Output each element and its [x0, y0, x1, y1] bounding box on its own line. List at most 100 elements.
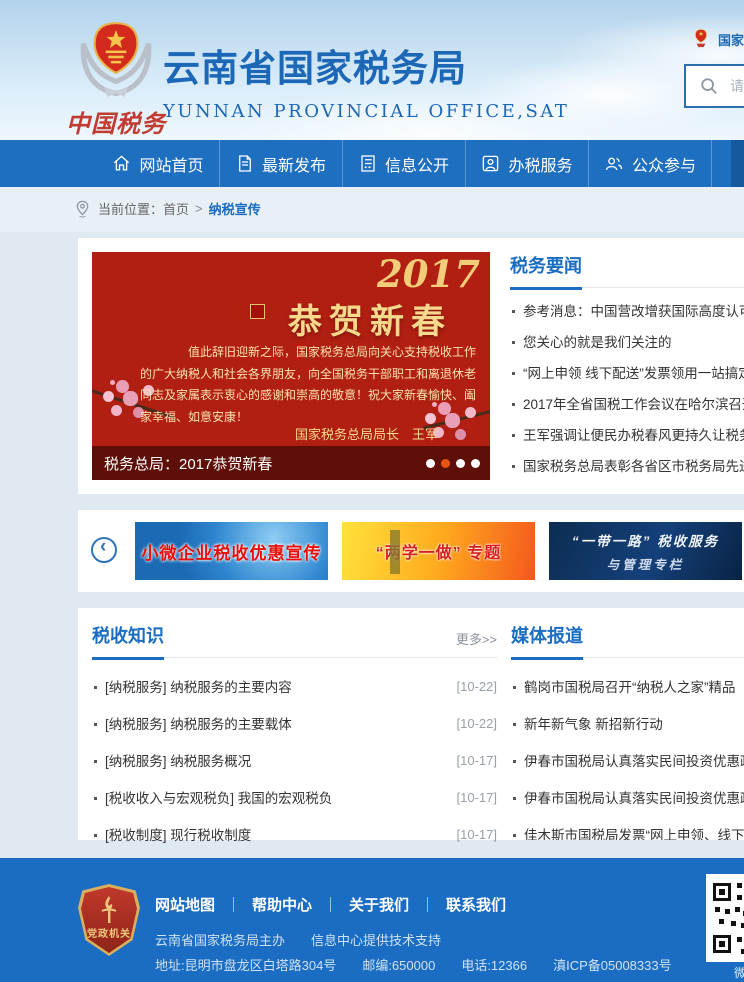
- media-item: 鹤岗市国税局召开“纳税人之家”精品: [511, 668, 744, 705]
- user-card-icon: [481, 154, 500, 173]
- media-reports-header: 媒体报道: [511, 622, 744, 658]
- banner-two-studies[interactable]: “两学一做” 专题: [342, 522, 535, 580]
- news-link[interactable]: 2017年全省国税工作会议在哈尔滨召开: [510, 397, 744, 412]
- footer-support: 信息中心提供技术支持: [311, 930, 441, 949]
- news-link[interactable]: 参考消息：中国营改增获国际高度认可: [510, 304, 744, 319]
- item-date: [10-17]: [457, 827, 497, 842]
- item-date: [10-17]: [457, 753, 497, 768]
- knowledge-link[interactable]: [税收制度] 现行税收制度: [92, 828, 251, 843]
- news-item: “网上申领 线下配送”发票领用一站搞定: [510, 358, 744, 389]
- footer-link-help[interactable]: 帮助中心: [252, 894, 312, 915]
- carousel-dot[interactable]: [426, 459, 435, 468]
- page: 中国税务 云南省国家税务局 YUNNAN PROVINCIAL OFFICE,S…: [0, 0, 744, 982]
- footer-link-contact[interactable]: 联系我们: [446, 894, 506, 915]
- footer-links: 网站地图 帮助中心 关于我们 联系我们: [155, 894, 506, 915]
- footer-link-sitemap[interactable]: 网站地图: [155, 894, 215, 915]
- list-icon: [359, 154, 377, 173]
- carousel-dot[interactable]: [456, 459, 465, 468]
- site-logo[interactable]: 中国税务: [60, 18, 172, 139]
- home-icon: [112, 154, 131, 173]
- media-link[interactable]: 新年新气象 新招新行动: [511, 717, 663, 732]
- news-item: 您关心的就是我们关注的: [510, 327, 744, 358]
- footer-link-about[interactable]: 关于我们: [349, 894, 409, 915]
- media-link[interactable]: 伊春市国税局认真落实民间投资优惠政: [511, 791, 744, 806]
- sat-portal-link[interactable]: 国家税务总局: [718, 30, 744, 49]
- footer-link-divider: [233, 897, 234, 912]
- nav-item-tax-service[interactable]: 办税服务: [466, 140, 589, 187]
- nav-label: 公众参与: [632, 152, 696, 176]
- logo-caption: 中国税务: [60, 104, 172, 139]
- news-link[interactable]: 您关心的就是我们关注的: [510, 335, 672, 350]
- footer-address: 地址:昆明市盘龙区白塔路304号: [155, 955, 336, 974]
- breadcrumb-current[interactable]: 纳税宣传: [209, 199, 261, 218]
- tax-news-panel: 税务要闻 参考消息：中国营改增获国际高度认可 您关心的就是我们关注的 “网上申领…: [510, 252, 744, 480]
- footer-link-divider: [330, 897, 331, 912]
- news-link[interactable]: 王军强调让便民办税春风更持久让税务: [510, 428, 744, 443]
- banner-small-business[interactable]: 小微企业税收优惠宣传: [135, 522, 328, 580]
- knowledge-item: [税收制度] 现行税收制度 [10-17]: [92, 816, 497, 853]
- media-item: 佳木斯市国税局发票“网上申领、线下: [511, 816, 744, 840]
- nav-item-home[interactable]: 网站首页: [97, 140, 220, 187]
- carousel-dots: [420, 459, 480, 468]
- footer-postcode: 邮编:650000: [362, 955, 435, 974]
- carousel-caption-bar: 税务总局：2017恭贺新春: [92, 446, 490, 480]
- nav-label: 办税服务: [508, 152, 572, 176]
- knowledge-link[interactable]: [税收收入与宏观税负] 我国的宏观税负: [92, 791, 332, 806]
- main-nav: 网站首页 最新发布 信息公开: [0, 140, 744, 187]
- nav-item-clipped[interactable]: [731, 140, 744, 187]
- media-reports-panel: 媒体报道 鹤岗市国税局召开“纳税人之家”精品 新年新气象 新招新行动 伊春市国税…: [511, 622, 744, 840]
- item-date: [10-17]: [457, 790, 497, 805]
- nav-item-disclosure[interactable]: 信息公开: [343, 140, 466, 187]
- knowledge-link[interactable]: [纳税服务] 纳税服务概况: [92, 754, 251, 769]
- banner-title-line1: “一带一路” 税收服务: [572, 530, 719, 550]
- tax-knowledge-list: [纳税服务] 纳税服务的主要内容 [10-22] [纳税服务] 纳税服务的主要载…: [92, 668, 497, 853]
- banner-title: 小微企业税收优惠宣传: [142, 539, 322, 564]
- media-link[interactable]: 佳木斯市国税局发票“网上申领、线下: [511, 828, 744, 840]
- breadcrumb: 当前位置： 首页 > 纳税宣传: [75, 199, 261, 218]
- item-date: [10-22]: [457, 679, 497, 694]
- site-title: 云南省国家税务局: [163, 38, 569, 92]
- knowledge-item: [纳税服务] 纳税服务的主要载体 [10-22]: [92, 705, 497, 742]
- gov-badge-inner: 党政机关: [81, 887, 137, 953]
- carousel-dot-active[interactable]: [441, 459, 450, 468]
- footer-phone: 电话:12366: [461, 955, 527, 974]
- carousel[interactable]: 2017 恭贺新春 值此辞旧迎新之际，国家税务总局向关心支持税收工作的广大纳税人…: [92, 252, 490, 480]
- media-link[interactable]: 鹤岗市国税局召开“纳税人之家”精品: [511, 680, 736, 695]
- knowledge-item: [纳税服务] 纳税服务概况 [10-17]: [92, 742, 497, 779]
- breadcrumb-home-link[interactable]: 首页: [163, 199, 189, 218]
- banner-belt-road[interactable]: “一带一路” 税收服务 与管理专栏: [549, 522, 742, 580]
- media-link[interactable]: 伊春市国税局认真落实民间投资优惠政: [511, 754, 744, 769]
- search-input[interactable]: [728, 77, 744, 95]
- media-item: 新年新气象 新招新行动: [511, 705, 744, 742]
- strip-prev-button[interactable]: [91, 537, 117, 563]
- carousel-caption-link[interactable]: 税务总局：2017恭贺新春: [104, 453, 272, 474]
- carousel-year-text: 2017: [377, 252, 480, 296]
- tax-news-title: 税务要闻: [510, 252, 582, 278]
- nav-item-public[interactable]: 公众参与: [589, 140, 712, 187]
- seal-decor: [250, 304, 265, 319]
- carousel-signature: 国家税务总局局长 王军: [295, 424, 438, 443]
- breadcrumb-label: 当前位置：: [98, 199, 163, 218]
- nav-label: 最新发布: [262, 152, 326, 176]
- knowledge-link[interactable]: [纳税服务] 纳税服务的主要内容: [92, 680, 292, 695]
- carousel-body-text: 值此辞旧迎新之际，国家税务总局向关心支持税收工作的广大纳税人和社会各界朋友，向全…: [140, 342, 482, 428]
- search-icon: [700, 77, 718, 95]
- news-link[interactable]: “网上申领 线下配送”发票领用一站搞定: [510, 366, 744, 381]
- breadcrumb-separator: >: [195, 201, 203, 216]
- tax-knowledge-panel: 税收知识 更多>> [纳税服务] 纳税服务的主要内容 [10-22] [纳税服务…: [92, 622, 497, 840]
- site-subtitle: YUNNAN PROVINCIAL OFFICE,SAT: [163, 101, 569, 122]
- carousel-dot[interactable]: [471, 459, 480, 468]
- knowledge-link[interactable]: [纳税服务] 纳税服务的主要载体: [92, 717, 292, 732]
- site-header: 中国税务 云南省国家税务局 YUNNAN PROVINCIAL OFFICE,S…: [0, 0, 744, 140]
- gov-badge: 党政机关: [78, 884, 140, 956]
- banner-strip-card: 小微企业税收优惠宣传 “两学一做” 专题 “一带一路” 税收服务 与管理专栏: [78, 510, 744, 592]
- nav-item-latest[interactable]: 最新发布: [220, 140, 343, 187]
- knowledge-item: [税收收入与宏观税负] 我国的宏观税负 [10-17]: [92, 779, 497, 816]
- lists-card: 税收知识 更多>> [纳税服务] 纳税服务的主要内容 [10-22] [纳税服务…: [78, 608, 744, 840]
- news-item: 国家税务总局表彰各省区市税务局先进: [510, 451, 744, 480]
- tax-knowledge-header: 税收知识 更多>>: [92, 622, 497, 658]
- news-link[interactable]: 国家税务总局表彰各省区市税务局先进: [510, 459, 744, 474]
- more-link[interactable]: 更多>>: [456, 629, 497, 648]
- media-item: 伊春市国税局认真落实民间投资优惠政: [511, 742, 744, 779]
- tax-emblem-icon: [73, 18, 159, 102]
